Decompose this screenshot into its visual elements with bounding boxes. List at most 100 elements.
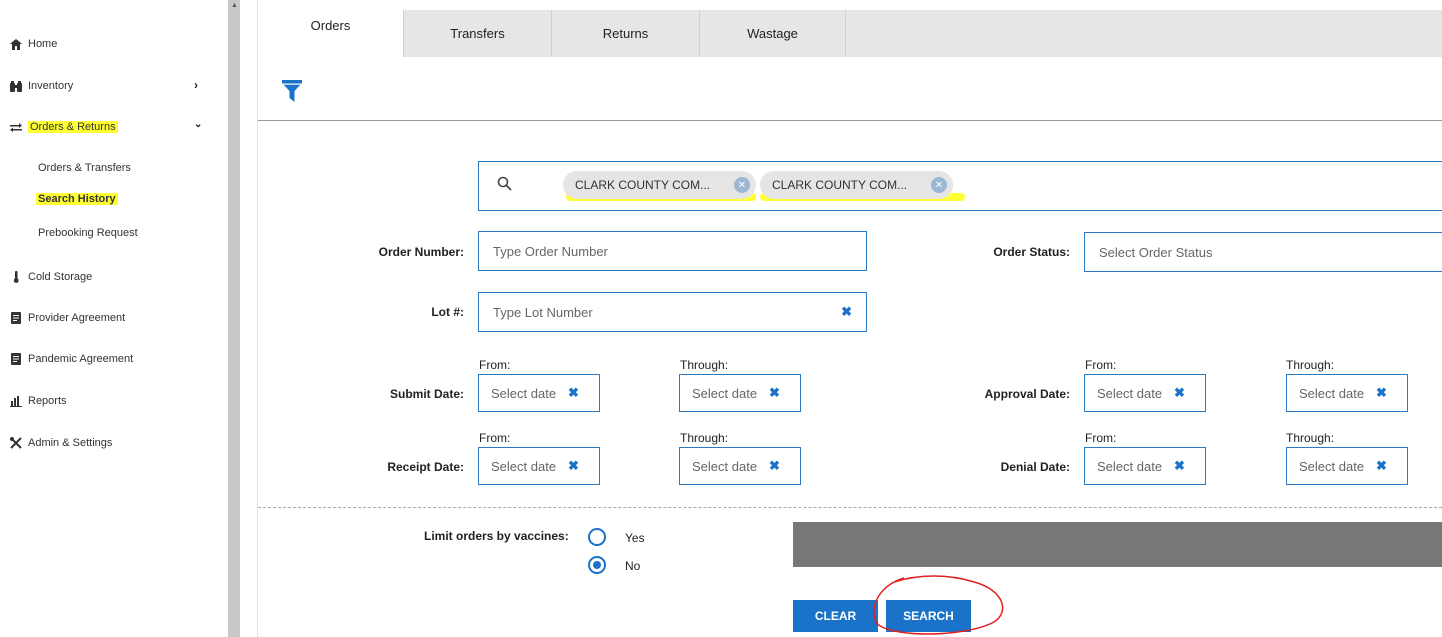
tab-transfers[interactable]: Transfers (403, 10, 551, 57)
section-divider (258, 507, 1442, 508)
tab-label: Transfers (450, 26, 505, 41)
chevron-down-icon[interactable]: ⌄ (194, 119, 202, 130)
order-number-placeholder: Type Order Number (493, 243, 608, 259)
receipt-from-label: From: (479, 431, 511, 445)
sidebar-item-label: Provider Agreement (28, 312, 126, 324)
filter-chip[interactable]: CLARK COUNTY COM... ✕ (760, 171, 953, 199)
sidebar-item-label: Reports (28, 395, 67, 407)
sidebar-item-home[interactable]: Home (10, 36, 57, 52)
clear-x-icon[interactable]: ✖ (1174, 458, 1185, 474)
date-placeholder: Select date (491, 458, 557, 474)
denial-date-label: Denial Date: (1000, 460, 1070, 474)
sidebar-item-admin-settings[interactable]: Admin & Settings (10, 435, 112, 451)
radio-yes-label: Yes (625, 531, 645, 545)
clear-x-icon[interactable]: ✖ (841, 304, 852, 320)
header-divider (258, 120, 1442, 121)
approval-date-from[interactable]: Select date ✖ (1084, 374, 1206, 412)
limit-vaccines-label: Limit orders by vaccines: (424, 529, 569, 543)
close-icon[interactable]: ✕ (734, 177, 750, 193)
radio-no-label: No (625, 559, 641, 573)
lot-number-placeholder: Type Lot Number (493, 304, 593, 320)
sidebar-subitem-search-history[interactable]: Search History (36, 193, 118, 205)
sidebar-divider (240, 0, 258, 637)
submit-date-from[interactable]: Select date ✖ (478, 374, 600, 412)
sidebar-subitem-label: Orders & Transfers (38, 162, 131, 174)
tab-orders[interactable]: Orders (258, 10, 403, 57)
sidebar-item-reports[interactable]: Reports (10, 393, 67, 409)
radio-yes[interactable] (588, 528, 606, 546)
sidebar-item-orders-returns[interactable]: Orders & Returns (10, 119, 118, 135)
submit-date-through[interactable]: Select date ✖ (679, 374, 801, 412)
date-placeholder: Select date (1097, 385, 1163, 401)
receipt-date-from[interactable]: Select date ✖ (478, 447, 600, 485)
home-icon (10, 38, 22, 50)
document-icon (10, 312, 22, 324)
approval-from-label: From: (1085, 358, 1117, 372)
denial-through-label: Through: (1286, 431, 1335, 445)
approval-date-label: Approval Date: (984, 387, 1070, 401)
tools-icon (10, 437, 22, 449)
sidebar-subitem-label: Search History (36, 193, 118, 205)
submit-through-label: Through: (680, 358, 729, 372)
denial-date-from[interactable]: Select date ✖ (1084, 447, 1206, 485)
vaccine-selector[interactable] (793, 522, 1442, 567)
sidebar-item-pandemic-agreement[interactable]: Pandemic Agreement (10, 351, 133, 367)
close-icon[interactable]: ✕ (931, 177, 947, 193)
sidebar-item-label: Admin & Settings (28, 437, 113, 449)
sidebar: Home Inventory › Orders & Returns ⌄ Orde… (0, 0, 228, 637)
receipt-date-through[interactable]: Select date ✖ (679, 447, 801, 485)
filter-chip[interactable]: CLARK COUNTY COM... ✕ (563, 171, 756, 199)
sidebar-item-cold-storage[interactable]: Cold Storage (10, 269, 92, 285)
order-status-select[interactable]: Select Order Status (1084, 232, 1442, 272)
sidebar-item-label: Home (28, 38, 58, 50)
date-placeholder: Select date (1299, 385, 1365, 401)
sidebar-subitem-label: Prebooking Request (38, 227, 138, 239)
annotation-circle (873, 575, 1004, 635)
sidebar-item-label: Pandemic Agreement (28, 353, 134, 365)
clear-x-icon[interactable]: ✖ (1174, 385, 1185, 401)
clear-x-icon[interactable]: ✖ (568, 385, 579, 401)
sidebar-item-label: Inventory (28, 80, 74, 92)
tab-wastage[interactable]: Wastage (699, 10, 846, 57)
submit-date-label: Submit Date: (389, 387, 464, 401)
chevron-right-icon[interactable]: › (194, 78, 198, 92)
denial-from-label: From: (1085, 431, 1117, 445)
receipt-date-label: Receipt Date: (387, 460, 464, 474)
tab-label: Wastage (747, 26, 798, 41)
radio-no[interactable] (588, 556, 606, 574)
tab-returns[interactable]: Returns (551, 10, 699, 57)
sidebar-item-provider-agreement[interactable]: Provider Agreement (10, 310, 125, 326)
submit-from-label: From: (479, 358, 511, 372)
clear-x-icon[interactable]: ✖ (568, 458, 579, 474)
clear-x-icon[interactable]: ✖ (1376, 458, 1387, 474)
date-placeholder: Select date (692, 385, 758, 401)
order-number-field[interactable]: Type Order Number (478, 231, 867, 271)
document-icon (10, 353, 22, 365)
clear-x-icon[interactable]: ✖ (1376, 385, 1387, 401)
denial-date-through[interactable]: Select date ✖ (1286, 447, 1408, 485)
exchange-icon (10, 121, 22, 133)
order-number-label: Order Number: (378, 245, 464, 259)
lot-number-field[interactable]: Type Lot Number ✖ (478, 292, 867, 332)
date-placeholder: Select date (491, 385, 557, 401)
binoculars-icon (10, 80, 22, 92)
approval-date-through[interactable]: Select date ✖ (1286, 374, 1408, 412)
sidebar-subitem-prebooking[interactable]: Prebooking Request (38, 227, 138, 239)
clear-x-icon[interactable]: ✖ (769, 458, 780, 474)
order-status-label: Order Status: (993, 245, 1070, 259)
date-placeholder: Select date (692, 458, 758, 474)
approval-through-label: Through: (1286, 358, 1335, 372)
filter-icon[interactable] (282, 80, 302, 102)
sidebar-item-label: Cold Storage (28, 271, 93, 283)
scroll-up-icon[interactable]: ▲ (231, 2, 238, 9)
sidebar-subitem-orders-transfers[interactable]: Orders & Transfers (38, 162, 131, 174)
date-placeholder: Select date (1299, 458, 1365, 474)
tab-label: Orders (310, 18, 351, 33)
date-placeholder: Select date (1097, 458, 1163, 474)
search-icon (497, 176, 513, 192)
sidebar-item-inventory[interactable]: Inventory (10, 78, 73, 94)
sidebar-scrollbar[interactable] (228, 0, 240, 637)
app-root: Home Inventory › Orders & Returns ⌄ Orde… (0, 0, 1442, 637)
clear-x-icon[interactable]: ✖ (769, 385, 780, 401)
sidebar-item-label: Orders & Returns (28, 121, 118, 133)
